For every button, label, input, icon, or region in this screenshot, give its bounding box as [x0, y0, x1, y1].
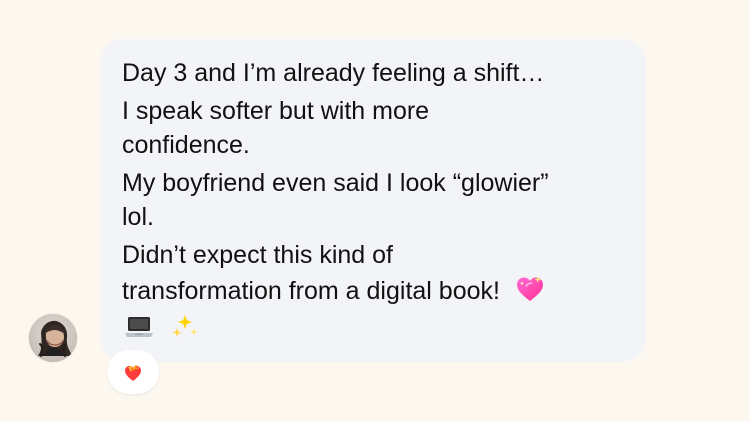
message-bubble[interactable]: Day 3 and I’m already feeling a shift… I…: [100, 39, 646, 362]
message-line-3: confidence.: [122, 131, 250, 159]
message-emoji-row: [122, 310, 628, 344]
message-line-2: I speak softer but with more: [122, 97, 430, 125]
sparkles-icon: [168, 310, 202, 344]
reaction-badge[interactable]: [107, 350, 159, 394]
message-line-5: lol.: [122, 203, 154, 231]
message-line-7-text: transformation from a digital book!: [122, 277, 500, 305]
message-line-7: transformation from a digital book!: [122, 272, 628, 308]
message-thread: Day 3 and I’m already feeling a shift… I…: [0, 0, 750, 421]
avatar[interactable]: [29, 314, 77, 362]
message-line-1: Day 3 and I’m already feeling a shift…: [122, 59, 545, 87]
message-line-6: Didn’t expect this kind of: [122, 241, 393, 269]
laptop-icon: [122, 310, 156, 344]
heart-on-fire-icon: [125, 365, 141, 381]
avatar-illustration: [29, 314, 77, 362]
sparkling-heart-icon: [513, 272, 547, 306]
message-line-4: My boyfriend even said I look “glowier”: [122, 169, 549, 197]
